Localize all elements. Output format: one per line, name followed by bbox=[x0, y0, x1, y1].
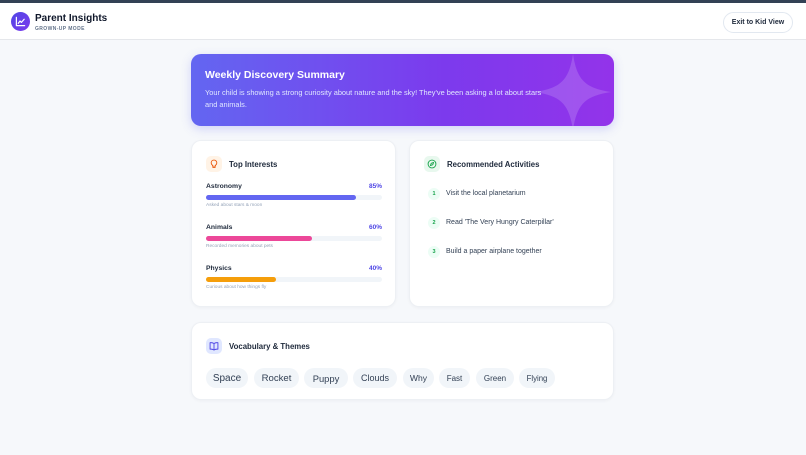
vocabulary-chip: Clouds bbox=[353, 368, 397, 388]
interest-label: Physics bbox=[206, 265, 232, 272]
vocabulary-chip: Puppy bbox=[304, 368, 348, 388]
interest-percent: 60% bbox=[368, 224, 382, 231]
activity-text: Visit the local planetarium bbox=[446, 190, 526, 197]
summary-text: Your child is showing a strong curiosity… bbox=[205, 88, 542, 109]
activity-text: Build a paper airplane together bbox=[446, 248, 542, 255]
sparkle-decoration-icon bbox=[535, 54, 611, 126]
book-icon bbox=[206, 338, 222, 354]
interest-note: Curious about how things fly bbox=[206, 285, 267, 290]
recommended-activities-card: Recommended Activities 1 Visit the local… bbox=[409, 140, 614, 307]
interest-label: Astronomy bbox=[206, 183, 242, 190]
interest-progress-fill bbox=[206, 277, 277, 282]
vocabulary-themes-card: Vocabulary & Themes Space Rocket Puppy C… bbox=[191, 322, 614, 400]
top-interests-title: Top Interests bbox=[229, 160, 278, 169]
interest-item: Animals 60% Recorded memories about pets bbox=[206, 224, 382, 254]
interest-item: Astronomy 85% Asked about stars & moon bbox=[206, 183, 382, 213]
vocabulary-chip: Flying bbox=[519, 368, 555, 388]
interest-percent: 40% bbox=[368, 265, 382, 272]
recommended-activities-title: Recommended Activities bbox=[447, 160, 540, 169]
interest-progress-track bbox=[206, 277, 382, 282]
vocabulary-chip: Green bbox=[476, 368, 514, 388]
interest-item: Physics 40% Curious about how things fly bbox=[206, 265, 382, 295]
vocabulary-chip: Fast bbox=[439, 368, 470, 388]
summary-title: Weekly Discovery Summary bbox=[205, 69, 345, 81]
interest-note: Asked about stars & moon bbox=[206, 203, 263, 208]
exit-to-kid-view-button[interactable]: Exit to Kid View bbox=[723, 12, 793, 33]
interest-label: Animals bbox=[206, 224, 233, 231]
interest-progress-track bbox=[206, 195, 382, 200]
vocabulary-chip: Space bbox=[206, 368, 248, 388]
activity-number: 1 bbox=[428, 188, 440, 200]
lightbulb-icon bbox=[206, 156, 222, 172]
activity-number: 2 bbox=[428, 217, 440, 229]
interest-note: Recorded memories about pets bbox=[206, 244, 273, 249]
vocabulary-chip: Why bbox=[403, 368, 434, 388]
interest-progress-track bbox=[206, 236, 382, 241]
vocabulary-chip: Rocket bbox=[254, 368, 299, 388]
activity-number: 3 bbox=[428, 246, 440, 258]
interest-progress-fill bbox=[206, 195, 356, 200]
weekly-summary-banner: Weekly Discovery Summary Your child is s… bbox=[191, 54, 614, 126]
interest-percent: 85% bbox=[368, 183, 382, 190]
app-title: Parent Insights bbox=[35, 13, 108, 24]
trend-chart-icon bbox=[11, 12, 30, 31]
top-interests-card: Top Interests Astronomy 85% Asked about … bbox=[191, 140, 396, 307]
activity-text: Read 'The Very Hungry Caterpillar' bbox=[446, 219, 554, 226]
app-header: Parent Insights GROWN-UP MODE Exit to Ki… bbox=[0, 3, 806, 40]
interest-progress-fill bbox=[206, 236, 312, 241]
app-mode-label: GROWN-UP MODE bbox=[35, 26, 85, 32]
vocabulary-themes-title: Vocabulary & Themes bbox=[229, 342, 310, 351]
compass-icon bbox=[424, 156, 440, 172]
